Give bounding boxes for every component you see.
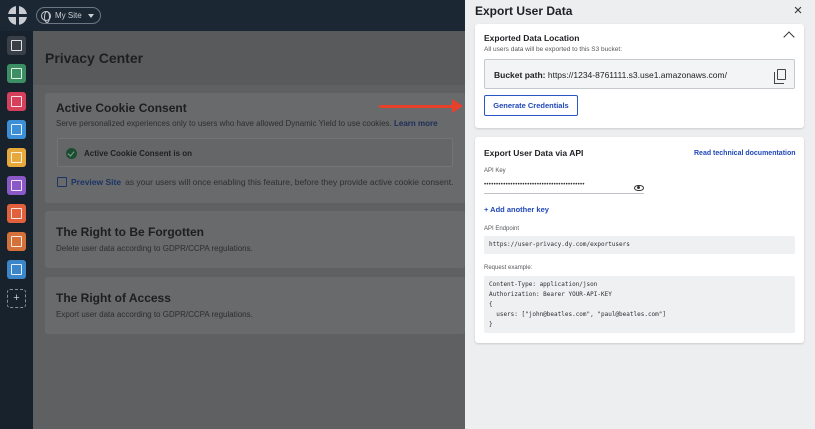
bucket-path-box: Bucket path: https://1234-8761111.s3.use… (484, 59, 795, 89)
check-circle-icon (66, 148, 77, 159)
layers-icon (11, 264, 22, 275)
top-bar: My Site (0, 0, 465, 31)
sidebar-item-campaign[interactable] (7, 92, 26, 111)
request-example-line: { (489, 301, 493, 308)
panel-title: Export User Data via API (484, 148, 584, 158)
request-example-line: Authorization: Bearer YOUR-API-KEY (489, 291, 612, 298)
add-another-key-link[interactable]: + Add another key (484, 205, 549, 214)
card-title: The Right of Access (56, 291, 171, 305)
api-endpoint-value: https://user-privacy.dy.com/exportusers (489, 241, 630, 248)
api-key-label: API Key (484, 168, 506, 174)
technical-documentation-link[interactable]: Read technical documentation (694, 150, 796, 157)
request-example-box: Content-Type: application/json Authoriza… (484, 276, 795, 333)
consent-status-text: Active Cookie Consent is on (84, 149, 193, 158)
api-key-field[interactable]: ••••••••••••••••••••••••••••••••••••••••… (484, 182, 644, 194)
api-endpoint-box: https://user-privacy.dy.com/exportusers (484, 236, 795, 254)
learn-more-link[interactable]: Learn more (394, 119, 438, 128)
preview-description: as your users will once enabling this fe… (125, 177, 454, 187)
sidebar-item-recommendations[interactable] (7, 232, 26, 251)
request-example-line: Content-Type: application/json (489, 281, 598, 288)
content-icon (11, 124, 22, 135)
sidebar-item-dashboard[interactable] (7, 36, 26, 55)
sidebar-item-audience[interactable] (7, 64, 26, 83)
card-title: The Right to Be Forgotten (56, 225, 204, 239)
copy-icon[interactable] (774, 69, 786, 84)
globe-icon (41, 10, 51, 23)
sidebar-item-content[interactable] (7, 120, 26, 139)
panel-title: Exported Data Location (484, 33, 580, 43)
chevron-up-icon[interactable] (783, 31, 795, 43)
privacy-center-page: Privacy Center Active Cookie Consent Ser… (33, 31, 465, 429)
chevron-down-icon (87, 13, 94, 18)
bucket-path-label: Bucket path: (494, 70, 546, 80)
external-link-icon (57, 177, 67, 187)
right-of-access-card[interactable]: The Right of Access Export user data acc… (45, 277, 465, 334)
sidebar: + (0, 31, 33, 429)
close-icon[interactable]: × (790, 3, 806, 19)
audience-icon (11, 68, 22, 79)
request-example-label: Request example: (484, 265, 533, 271)
sidebar-item-analytics[interactable] (7, 176, 26, 195)
sidebar-item-email[interactable] (7, 148, 26, 167)
dashboard-icon (11, 40, 22, 51)
analytics-icon (11, 180, 22, 191)
page-header: Privacy Center (33, 31, 465, 85)
generate-credentials-button[interactable]: Generate Credentials (484, 95, 578, 116)
card-subtitle: Serve personalized experiences only to u… (56, 119, 438, 128)
sidebar-add-button[interactable]: + (7, 289, 26, 308)
card-subtitle-text: Serve personalized experiences only to u… (56, 119, 392, 128)
drawer-title: Export User Data (475, 4, 573, 18)
email-icon (11, 152, 22, 163)
card-subtitle: Delete user data according to GDPR/CCPA … (56, 244, 253, 253)
consent-status-box: Active Cookie Consent is on (57, 138, 453, 167)
api-endpoint-label: API Endpoint (484, 226, 520, 232)
panel-subtitle: All users data will be exported to this … (484, 46, 623, 53)
right-to-be-forgotten-card[interactable]: The Right to Be Forgotten Delete user da… (45, 211, 465, 268)
exported-data-location-panel: Exported Data Location All users data wi… (475, 24, 804, 128)
app-logo-icon[interactable] (8, 6, 27, 25)
bucket-path-text: Bucket path: https://1234-8761111.s3.use… (494, 70, 727, 80)
eye-icon[interactable] (634, 185, 644, 191)
sidebar-item-experience[interactable] (7, 204, 26, 223)
sidebar-item-layers[interactable] (7, 260, 26, 279)
request-example-line: } (489, 321, 493, 328)
annotation-arrow (379, 105, 455, 108)
export-user-data-drawer: Export User Data × Exported Data Locatio… (465, 0, 815, 429)
export-via-api-panel: Export User Data via API Read technical … (475, 137, 804, 343)
recommendations-icon (11, 236, 22, 247)
annotation-arrow-head (452, 99, 463, 113)
preview-row: Preview Site as your users will once ena… (57, 177, 453, 187)
experience-icon (11, 208, 22, 219)
cookie-consent-card: Active Cookie Consent Serve personalized… (45, 93, 465, 203)
site-selector-label: My Site (55, 11, 82, 20)
page-title: Privacy Center (45, 50, 144, 66)
request-example-line: users: ["john@beatles.com", "paul@beatle… (489, 311, 667, 318)
bucket-path-value: https://1234-8761111.s3.use1.amazonaws.c… (547, 70, 727, 80)
site-selector[interactable]: My Site (36, 7, 101, 24)
card-subtitle: Export user data according to GDPR/CCPA … (56, 310, 253, 319)
card-title: Active Cookie Consent (56, 101, 187, 115)
preview-site-link[interactable]: Preview Site (71, 177, 121, 187)
campaign-icon (11, 96, 22, 107)
